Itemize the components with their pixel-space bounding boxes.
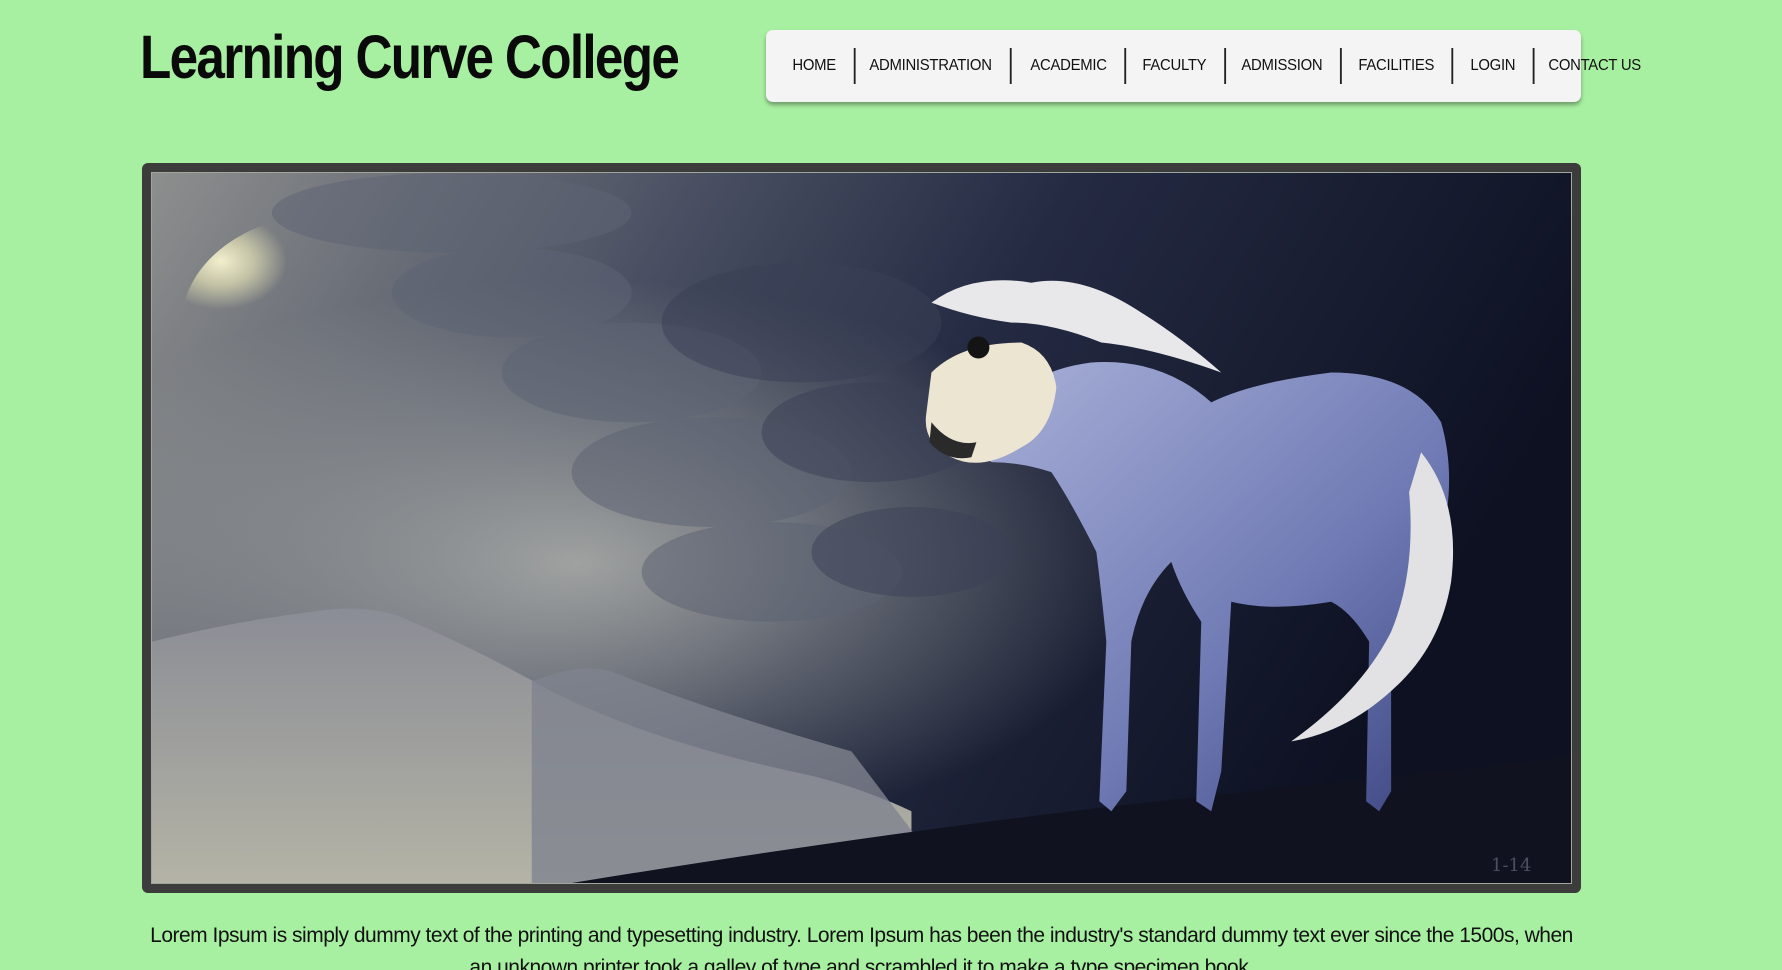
nav-administration[interactable]: ADMINISTRATION <box>861 48 1012 84</box>
horse-skull-storm-painting: 1-14 <box>152 173 1571 883</box>
main-nav: HOME ADMINISTRATION ACADEMIC FACULTY ADM… <box>766 30 1641 102</box>
hero-image: 1-14 <box>151 172 1572 884</box>
nav-facilities[interactable]: FACILITIES <box>1350 48 1454 84</box>
nav-login[interactable]: LOGIN <box>1462 48 1535 84</box>
site-title: Learning Curve College <box>140 23 680 91</box>
hero-banner: 1-14 <box>142 163 1581 893</box>
intro-paragraph: Lorem Ipsum is simply dummy text of the … <box>150 924 1573 970</box>
page: Learning Curve College HOME ADMINISTRATI… <box>0 0 1782 970</box>
painting-signature: 1-14 <box>1491 855 1531 876</box>
nav-faculty[interactable]: FACULTY <box>1134 48 1227 84</box>
nav-contact-us[interactable]: CONTACT US <box>1540 48 1659 84</box>
nav-academic[interactable]: ACADEMIC <box>1022 48 1127 84</box>
nav-admission[interactable]: ADMISSION <box>1233 48 1343 84</box>
nav-home[interactable]: HOME <box>784 48 856 84</box>
